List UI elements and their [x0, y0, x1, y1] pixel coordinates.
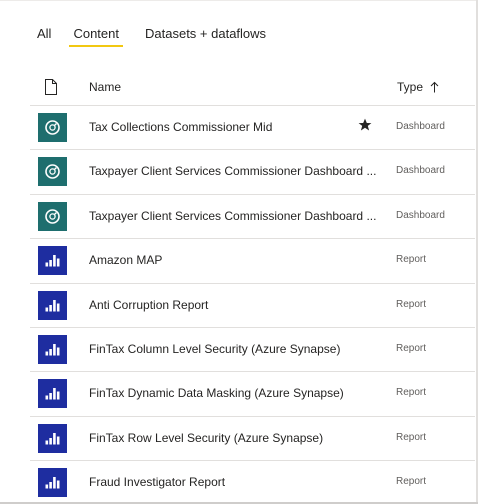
column-header-name[interactable]: Name: [89, 80, 121, 94]
tab-all[interactable]: All: [37, 25, 51, 47]
list-item[interactable]: Taxpayer Client Services Commissioner Da…: [30, 195, 475, 240]
column-header-type[interactable]: Type: [397, 80, 439, 94]
arrow-up-icon: [430, 81, 439, 93]
tab-datasets-dataflows[interactable]: Datasets + dataflows: [145, 25, 266, 47]
item-type: Report: [396, 298, 427, 310]
report-bar-chart-icon: [38, 334, 67, 364]
item-name-link[interactable]: Anti Corruption Report: [89, 298, 382, 312]
item-type: Dashboard: [396, 121, 445, 132]
list-item[interactable]: Fraud Investigator Report Report: [30, 461, 475, 504]
favorite-star-icon[interactable]: [358, 118, 372, 132]
item-name-link[interactable]: Taxpayer Client Services Commissioner Da…: [89, 209, 382, 223]
item-name-link[interactable]: Fraud Investigator Report: [89, 475, 382, 489]
report-bar-chart-icon: [38, 379, 67, 409]
item-type: Report: [396, 431, 427, 443]
report-bar-chart-icon: [38, 468, 67, 498]
item-name-link[interactable]: Taxpayer Client Services Commissioner Da…: [89, 164, 382, 178]
item-name-link[interactable]: FinTax Column Level Security (Azure Syna…: [89, 342, 382, 356]
tab-content[interactable]: Content: [69, 25, 123, 47]
item-type: Dashboard: [396, 165, 445, 177]
dashboard-gauge-icon: [38, 157, 67, 187]
item-name-link[interactable]: FinTax Row Level Security (Azure Synapse…: [89, 431, 382, 445]
list-item[interactable]: Amazon MAP Report: [30, 239, 475, 284]
item-type: Report: [396, 476, 427, 488]
item-name-link[interactable]: Amazon MAP: [89, 253, 382, 267]
list-item[interactable]: Anti Corruption Report Report: [30, 284, 475, 328]
column-header-type-label: Type: [397, 80, 424, 94]
list-item[interactable]: FinTax Column Level Security (Azure Syna…: [30, 328, 475, 373]
list-item[interactable]: Taxpayer Client Services Commissioner Da…: [30, 150, 475, 195]
list-header: Name Type: [30, 69, 475, 106]
item-name-link[interactable]: FinTax Dynamic Data Masking (Azure Synap…: [89, 386, 382, 400]
list-item[interactable]: Tax Collections Commissioner Mid Dashboar…: [30, 106, 475, 151]
top-border: [0, 0, 478, 1]
item-type: Dashboard: [396, 209, 445, 221]
report-bar-chart-icon: [38, 423, 67, 453]
content-list-panel: All Content Datasets + dataflows Name Ty…: [0, 0, 478, 504]
file-icon: [45, 79, 57, 95]
list-item[interactable]: FinTax Row Level Security (Azure Synapse…: [30, 417, 475, 462]
item-type: Report: [396, 254, 427, 266]
item-type: Report: [396, 342, 427, 354]
report-bar-chart-icon: [38, 246, 67, 276]
list-item[interactable]: FinTax Dynamic Data Masking (Azure Synap…: [30, 372, 475, 417]
dashboard-gauge-icon: [38, 113, 67, 142]
report-bar-chart-icon: [38, 290, 67, 320]
content-list: Tax Collections Commissioner Mid Dashboar…: [30, 106, 475, 504]
item-name-link[interactable]: Tax Collections Commissioner Mid: [89, 120, 382, 134]
content-tabs: All Content Datasets + dataflows: [37, 25, 288, 49]
dashboard-gauge-icon: [38, 201, 67, 231]
item-type: Report: [396, 387, 427, 399]
